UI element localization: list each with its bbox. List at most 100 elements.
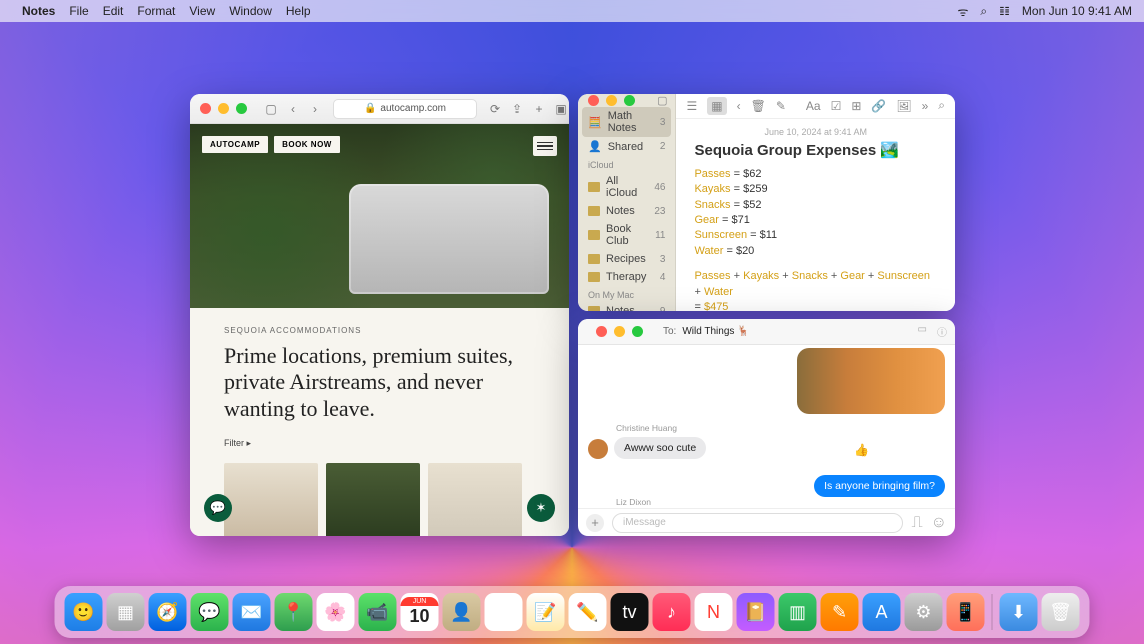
sidebar-toggle-icon[interactable]: ▢ <box>657 94 675 107</box>
minimize-button[interactable] <box>606 95 617 106</box>
address-bar[interactable]: 🔒 autocamp.com <box>333 99 477 119</box>
avatar[interactable] <box>588 439 608 459</box>
search-icon[interactable]: ⌕ <box>938 98 945 113</box>
note-editor[interactable]: June 10, 2024 at 9:41 AM Sequoia Group E… <box>676 119 955 311</box>
format-icon[interactable]: Aa <box>806 99 821 113</box>
dock-numbers[interactable]: ▥ <box>779 593 817 631</box>
message-bubble-out[interactable]: Is anyone bringing film? <box>814 475 945 497</box>
control-center-icon[interactable]: 𝌮 <box>999 4 1010 18</box>
dock-finder[interactable]: 🙂 <box>65 593 103 631</box>
dock-photos[interactable]: 🌸 <box>317 593 355 631</box>
zoom-button[interactable] <box>632 326 643 337</box>
dock-pages[interactable]: ✎ <box>821 593 859 631</box>
dock-launchpad[interactable]: ▦ <box>107 593 145 631</box>
minimize-button[interactable] <box>218 103 229 114</box>
close-button[interactable] <box>596 326 607 337</box>
tabs-icon[interactable]: ▣ <box>553 101 569 117</box>
new-tab-icon[interactable]: + <box>531 101 547 117</box>
back-icon[interactable]: ‹ <box>737 99 741 113</box>
minimize-button[interactable] <box>614 326 625 337</box>
message-bubble-in[interactable]: Awww soo cute <box>614 437 706 459</box>
trash-icon[interactable]: 🗑 <box>751 99 766 113</box>
dock-downloads[interactable]: ⬇ <box>1000 593 1038 631</box>
thumb-2[interactable] <box>326 463 420 536</box>
dock-music[interactable]: ♪ <box>653 593 691 631</box>
accessibility-fab[interactable]: ✶ <box>527 494 555 522</box>
format-menu[interactable]: Format <box>137 4 175 18</box>
hamburger-menu[interactable] <box>533 136 557 156</box>
site-logo[interactable]: AUTOCAMP <box>202 136 268 153</box>
share-icon[interactable]: ⇪ <box>509 101 525 117</box>
apps-button[interactable]: + <box>586 514 604 532</box>
dock-settings[interactable]: ⚙ <box>905 593 943 631</box>
sidebar-item-all-icloud[interactable]: All iCloud46 <box>578 172 675 202</box>
message-input[interactable]: iMessage <box>612 513 903 533</box>
chat-fab[interactable]: 💬 <box>204 494 232 522</box>
dock-reminders[interactable]: ▤ <box>485 593 523 631</box>
edit-menu[interactable]: Edit <box>103 4 124 18</box>
link-icon[interactable]: 🔗 <box>871 99 886 113</box>
dock-journal[interactable]: 📔 <box>737 593 775 631</box>
sidebar-item-book-club[interactable]: Book Club11 <box>578 220 675 250</box>
view-menu[interactable]: View <box>189 4 215 18</box>
book-now-button[interactable]: BOOK NOW <box>274 136 340 153</box>
dock-facetime[interactable]: 📹 <box>359 593 397 631</box>
info-icon[interactable]: ⓘ <box>937 324 947 339</box>
sidebar-item-recipes[interactable]: Recipes3 <box>578 250 675 268</box>
dock-news[interactable]: N <box>695 593 733 631</box>
sidebar-item-shared[interactable]: 👤 Shared 2 <box>578 137 675 156</box>
eq: = <box>694 301 703 311</box>
dock-tv[interactable]: tv <box>611 593 649 631</box>
dock-maps[interactable]: 📍 <box>275 593 313 631</box>
sidebar-item-math-notes[interactable]: 🧮 Math Notes 3 <box>582 107 671 137</box>
dock-safari[interactable]: 🧭 <box>149 593 187 631</box>
dock-calendar[interactable]: JUN10 <box>401 593 439 631</box>
close-button[interactable] <box>588 95 599 106</box>
dock-freeform[interactable]: ✏️ <box>569 593 607 631</box>
tapback-icon[interactable]: 👍 <box>854 443 869 457</box>
dock-iphone-mirroring[interactable]: 📱 <box>947 593 985 631</box>
sidebar-item-onmac-notes[interactable]: Notes9 <box>578 302 675 311</box>
photo-attachment[interactable] <box>797 348 945 414</box>
search-icon[interactable]: ⌕ <box>980 4 987 19</box>
app-menu[interactable]: Notes <box>22 4 55 18</box>
dock-contacts[interactable]: 👤 <box>443 593 481 631</box>
sidebar-icon[interactable]: ▢ <box>263 101 279 117</box>
more-icon[interactable]: » <box>922 99 929 113</box>
media-icon[interactable]: 🖼 <box>896 99 911 113</box>
help-menu[interactable]: Help <box>286 4 311 18</box>
dock-trash[interactable]: 🗑 <box>1042 593 1080 631</box>
zoom-button[interactable] <box>624 95 635 106</box>
sidebar-item-notes[interactable]: Notes23 <box>578 202 675 220</box>
filter-button[interactable]: Filter ▸ <box>224 438 535 449</box>
dock-appstore[interactable]: A <box>863 593 901 631</box>
dock-messages[interactable]: 💬 <box>191 593 229 631</box>
thumb-1[interactable] <box>224 463 318 536</box>
emoji-icon[interactable]: ☺ <box>931 514 947 532</box>
back-button[interactable]: ‹ <box>285 101 301 117</box>
thumb-3[interactable] <box>428 463 522 536</box>
file-menu[interactable]: File <box>69 4 88 18</box>
forward-button[interactable]: › <box>307 101 323 117</box>
to-field[interactable]: Wild Things 🦌 <box>682 326 749 337</box>
close-button[interactable] <box>200 103 211 114</box>
compose-icon[interactable]: ✎ <box>776 99 786 113</box>
window-menu[interactable]: Window <box>229 4 272 18</box>
val: = $11 <box>750 229 777 241</box>
sidebar-item-label: Notes <box>606 305 654 311</box>
audio-icon[interactable]: ⎍ <box>911 514 922 532</box>
reload-icon[interactable]: ⟳ <box>487 101 503 117</box>
list-view-icon[interactable]: ☰ <box>686 99 697 113</box>
grid-view-icon[interactable]: ▦ <box>707 97 726 115</box>
dock-notes[interactable]: 📝 <box>527 593 565 631</box>
checklist-icon[interactable]: ☑ <box>831 99 842 113</box>
sidebar-item-count: 11 <box>655 230 665 241</box>
facetime-icon[interactable]: ▭ <box>918 324 927 339</box>
sidebar-item-therapy[interactable]: Therapy4 <box>578 268 675 286</box>
notes-toolbar: ☰ ▦ ‹ 🗑 ✎ Aa ☑ ⊞ 🔗 🖼 » ⌕ <box>676 94 955 119</box>
dock-mail[interactable]: ✉️ <box>233 593 271 631</box>
clock[interactable]: Mon Jun 10 9:41 AM <box>1022 4 1132 18</box>
zoom-button[interactable] <box>236 103 247 114</box>
wifi-icon[interactable]: ᯤ <box>957 3 968 20</box>
table-icon[interactable]: ⊞ <box>851 99 861 113</box>
